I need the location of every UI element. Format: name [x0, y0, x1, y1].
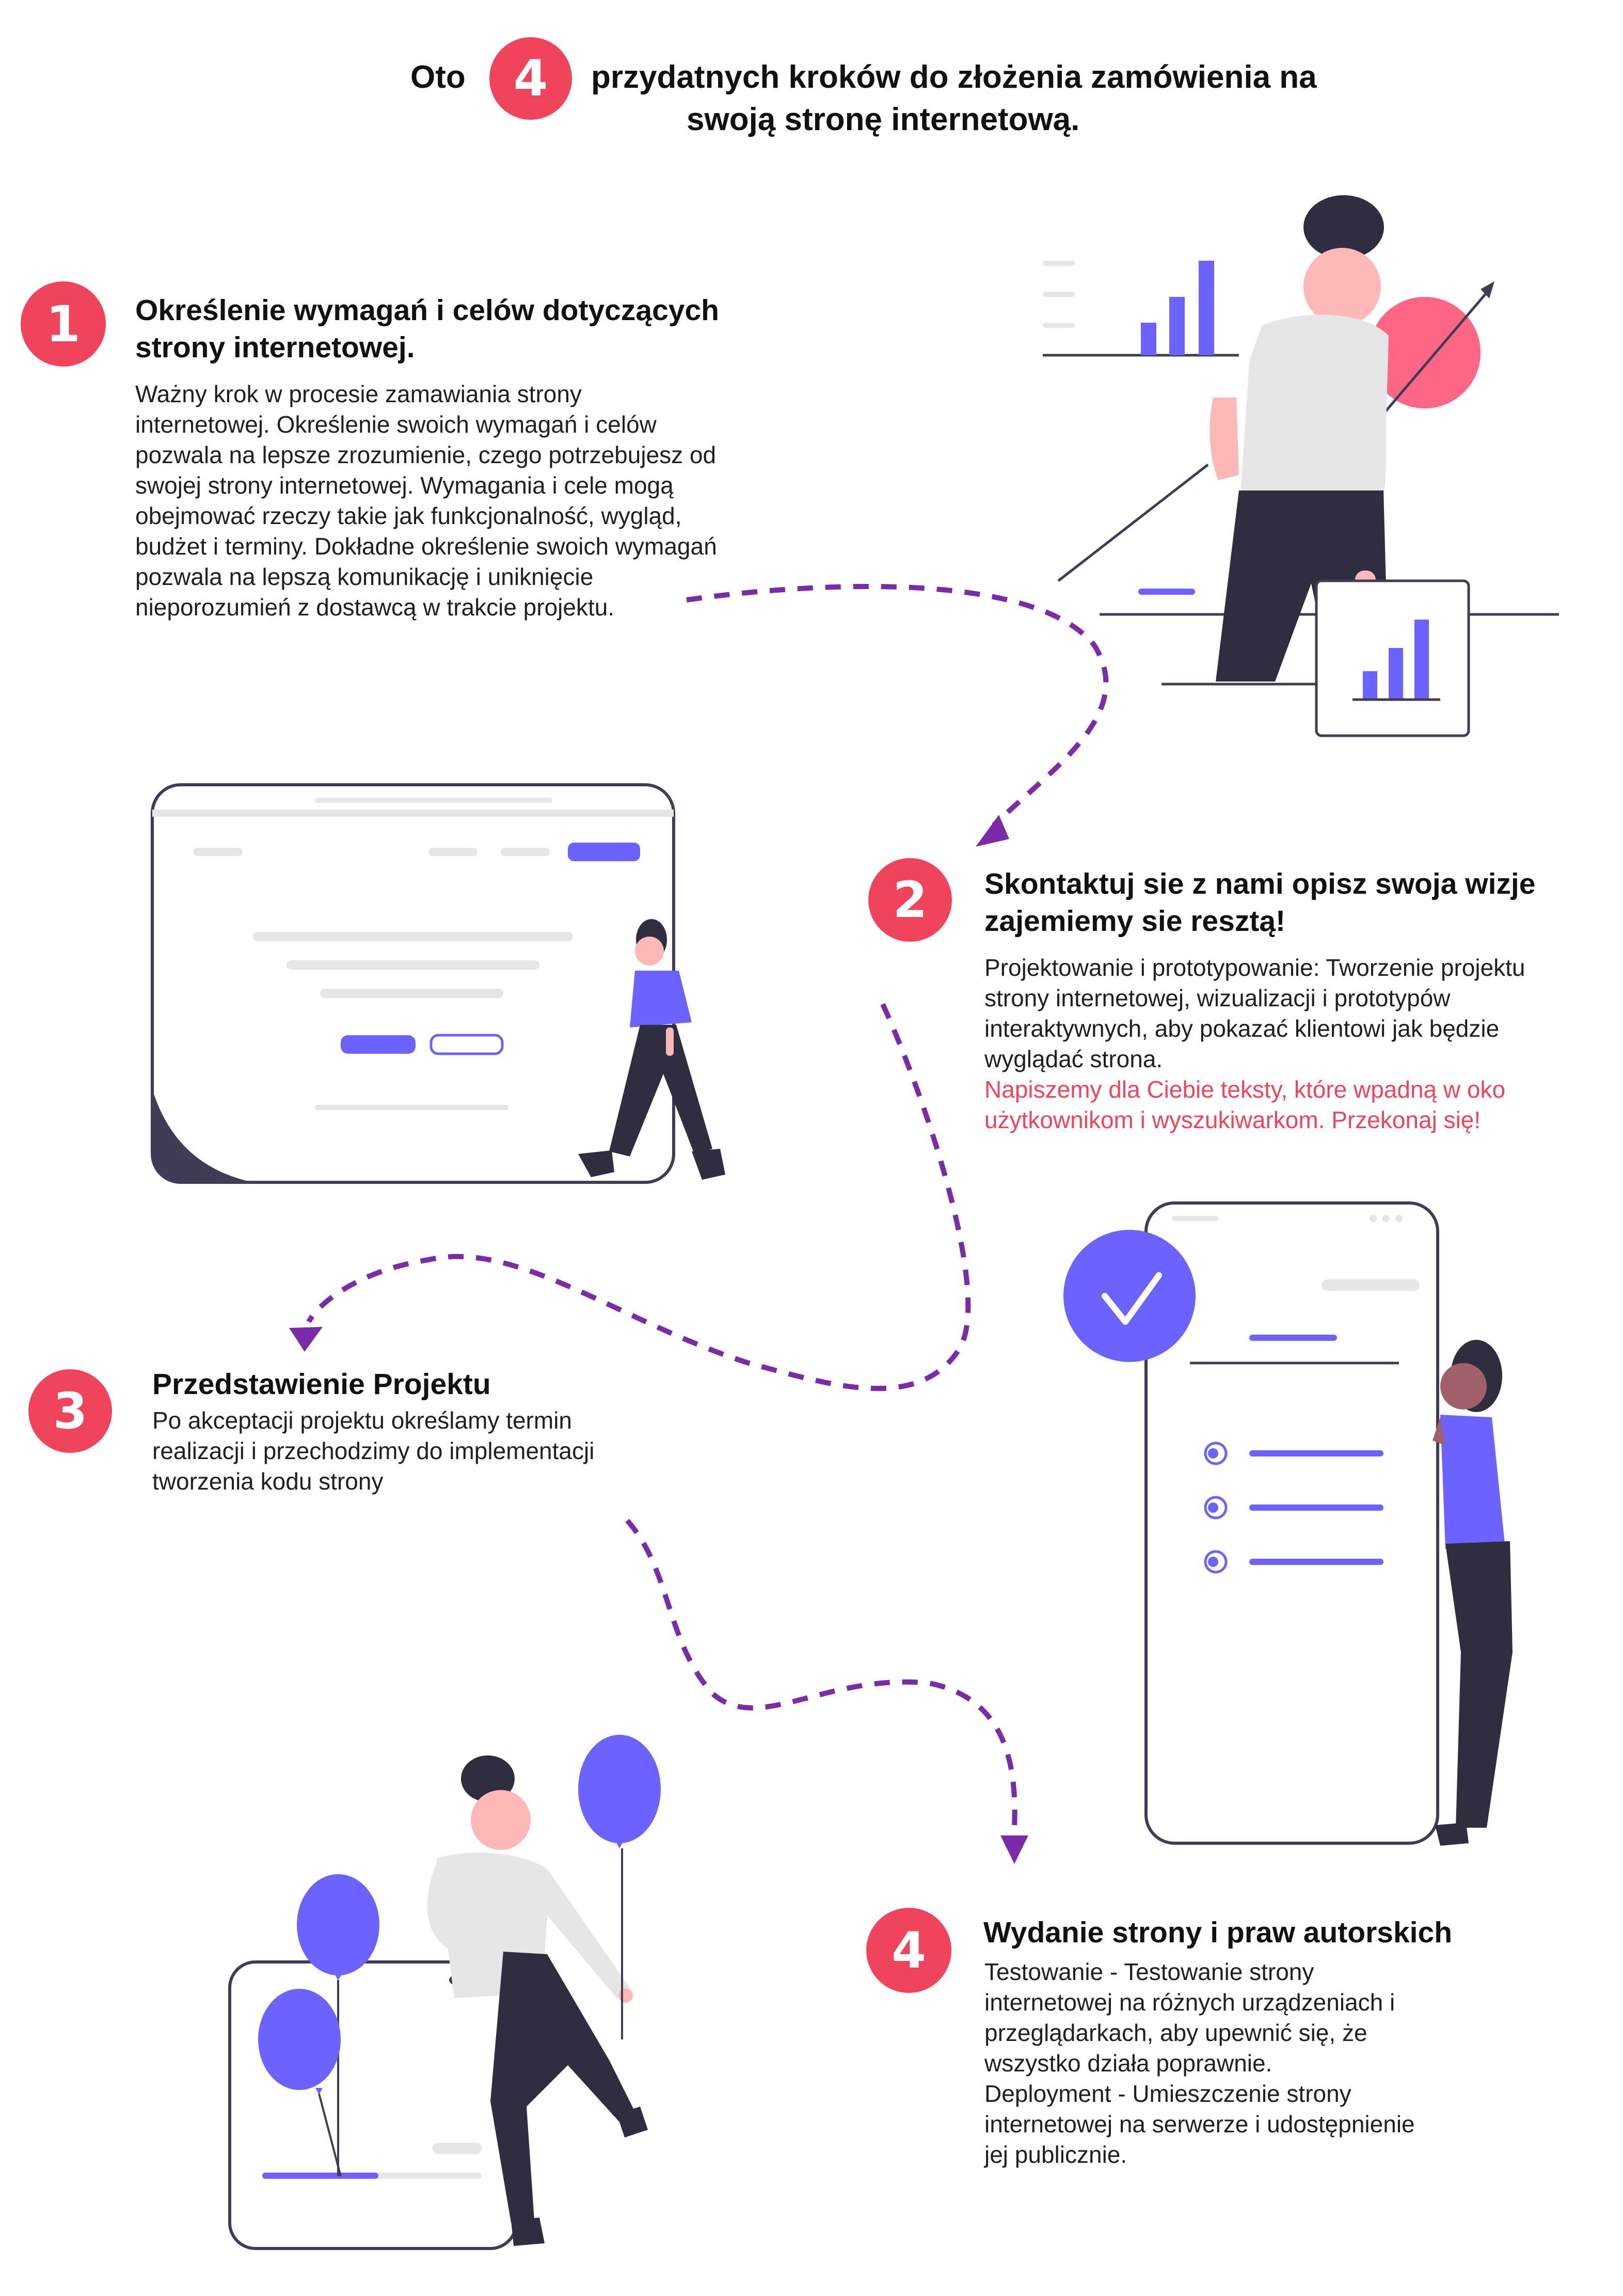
- illustrations-layer: [151, 195, 1559, 2250]
- browser-woman-illustration: [151, 783, 725, 1184]
- phone-checklist-illustration: [1063, 1201, 1513, 1846]
- balloons-woman-illustration: [228, 1735, 661, 2250]
- charts-woman-illustration: [1043, 195, 1559, 737]
- connector-3-to-4: [625, 1518, 1028, 1864]
- connector-1-to-2: [686, 583, 1109, 847]
